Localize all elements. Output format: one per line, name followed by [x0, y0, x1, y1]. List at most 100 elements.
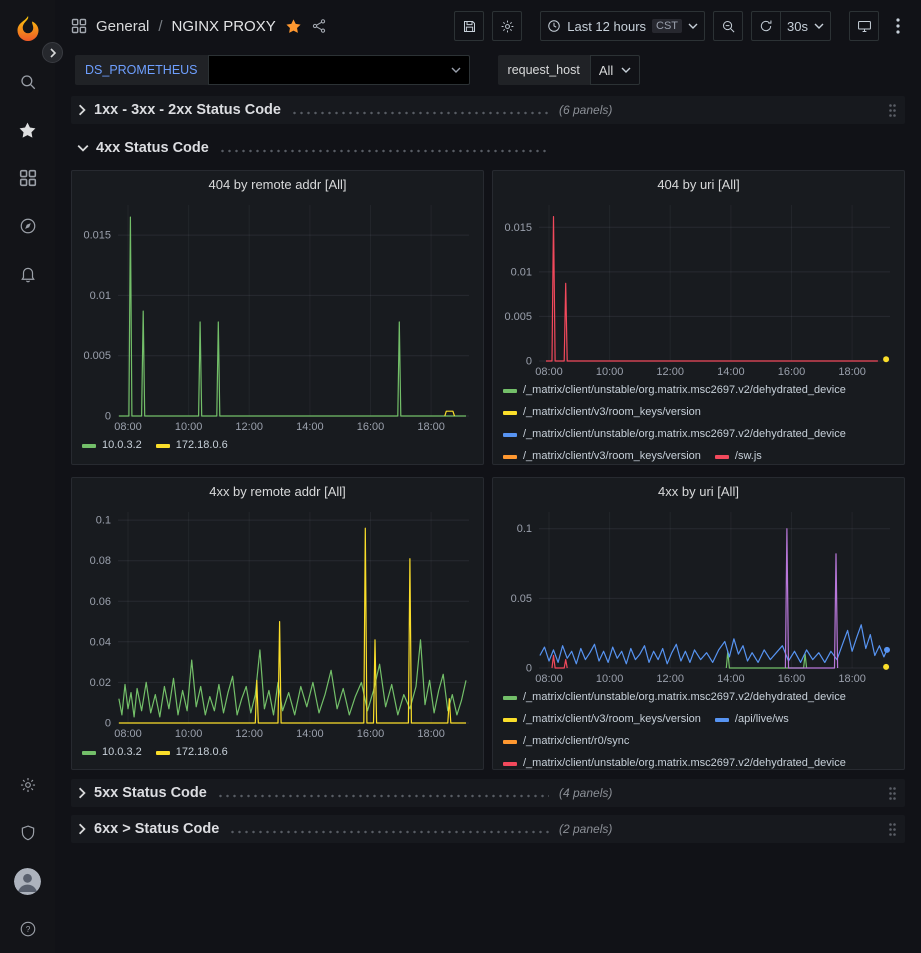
save-dashboard-button[interactable]: [454, 11, 484, 41]
datasource-select[interactable]: [208, 55, 470, 85]
legend-item[interactable]: /_matrix/client/unstable/org.matrix.msc2…: [503, 383, 846, 398]
row-4xx[interactable]: 4xx Status Code: [71, 134, 905, 162]
refresh-interval-dropdown[interactable]: 30s: [781, 11, 831, 41]
panel-title[interactable]: 404 by uri [All]: [493, 171, 904, 197]
svg-text:0.01: 0.01: [511, 266, 532, 278]
kebab-menu-icon: [896, 18, 900, 34]
gear-icon: [19, 776, 37, 794]
legend-label: 172.18.0.6: [176, 438, 228, 453]
svg-text:14:00: 14:00: [717, 366, 745, 378]
row-drag-handle[interactable]: [886, 103, 899, 118]
legend-item[interactable]: 172.18.0.6: [156, 438, 228, 453]
svg-text:16:00: 16:00: [357, 728, 385, 740]
svg-text:10:00: 10:00: [596, 673, 624, 685]
svg-text:16:00: 16:00: [357, 421, 385, 433]
legend-label: /_matrix/client/v3/room_keys/version: [523, 449, 701, 464]
legend-item[interactable]: /sw.js: [715, 449, 762, 464]
time-range-picker[interactable]: Last 12 hours CST: [540, 11, 705, 41]
row-panel-count: (6 panels): [559, 103, 612, 117]
svg-text:18:00: 18:00: [838, 673, 866, 685]
favorite-star-icon[interactable]: [285, 18, 302, 35]
dashboard-canvas: 1xx - 3xx - 2xx Status Code (6 panels) 4…: [55, 88, 921, 953]
row-drag-handle[interactable]: [886, 822, 899, 837]
panel-grid: 404 by remote addr [All] 00.0050.010.015…: [71, 170, 905, 770]
svg-text:0.06: 0.06: [90, 596, 111, 608]
monitor-icon: [857, 19, 872, 34]
legend-item[interactable]: /_matrix/client/v3/room_keys/version: [503, 449, 701, 464]
panel-title[interactable]: 4xx by uri [All]: [493, 478, 904, 504]
avatar: [14, 868, 41, 895]
row-left: 5xx Status Code: [77, 785, 559, 801]
legend-item[interactable]: 10.0.3.2: [82, 438, 142, 453]
svg-text:08:00: 08:00: [114, 728, 142, 740]
svg-text:0.04: 0.04: [90, 636, 111, 648]
timezone-badge: CST: [652, 19, 682, 33]
legend-item[interactable]: /_matrix/client/unstable/org.matrix.msc2…: [503, 756, 846, 770]
row-title: 6xx > Status Code: [94, 821, 219, 837]
legend-item[interactable]: 10.0.3.2: [82, 745, 142, 760]
row-1xx-3xx-2xx[interactable]: 1xx - 3xx - 2xx Status Code (6 panels): [71, 96, 905, 124]
panel-4xx-by-remote-addr: 4xx by remote addr [All] 00.020.040.060.…: [71, 477, 484, 770]
sidebar-item-alerting[interactable]: [0, 250, 55, 298]
svg-text:0.1: 0.1: [96, 515, 111, 527]
more-options-button[interactable]: [887, 11, 909, 41]
sidebar-item-profile[interactable]: [0, 857, 55, 905]
panel-title[interactable]: 404 by remote addr [All]: [72, 171, 483, 197]
chart-4xx-by-uri[interactable]: 00.050.108:0010:0012:0014:0016:0018:00: [493, 504, 904, 686]
row-drag-handle[interactable]: [886, 786, 899, 801]
gear-icon: [500, 19, 515, 34]
share-icon[interactable]: [311, 18, 327, 34]
sidebar-item-server-admin[interactable]: [0, 809, 55, 857]
svg-text:12:00: 12:00: [656, 366, 684, 378]
panel-404-by-uri: 404 by uri [All] 00.0050.010.01508:0010:…: [492, 170, 905, 465]
legend-label: /_matrix/client/unstable/org.matrix.msc2…: [523, 383, 846, 398]
legend-item[interactable]: /api/live/ws: [715, 712, 789, 727]
row-5xx[interactable]: 5xx Status Code (4 panels): [71, 779, 905, 807]
row-6xx[interactable]: 6xx > Status Code (2 panels): [71, 815, 905, 843]
legend-item[interactable]: /_matrix/client/unstable/org.matrix.msc2…: [503, 690, 846, 705]
legend-item[interactable]: /_matrix/client/v3/room_keys/version: [503, 712, 701, 727]
svg-text:14:00: 14:00: [296, 421, 324, 433]
sidebar-expand-button[interactable]: [42, 42, 63, 63]
breadcrumb-folder[interactable]: General: [96, 18, 149, 35]
panel-4xx-by-uri: 4xx by uri [All] 00.050.108:0010:0012:00…: [492, 477, 905, 770]
sidebar-item-configuration[interactable]: [0, 761, 55, 809]
legend-item[interactable]: /_matrix/client/unstable/org.matrix.msc2…: [503, 427, 846, 442]
chart-404-by-uri[interactable]: 00.0050.010.01508:0010:0012:0014:0016:00…: [493, 197, 904, 379]
variable-label-ds-prometheus: DS_PROMETHEUS: [75, 55, 208, 85]
zoom-out-icon: [721, 19, 736, 34]
refresh-interval-value: 30s: [787, 19, 808, 34]
legend-label: /_matrix/client/unstable/org.matrix.msc2…: [523, 427, 846, 442]
panel-legend: /_matrix/client/unstable/org.matrix.msc2…: [493, 379, 904, 465]
clock-icon: [547, 19, 561, 33]
sidebar-item-starred[interactable]: [0, 106, 55, 154]
chart-404-by-remote-addr[interactable]: 00.0050.010.01508:0010:0012:0014:0016:00…: [72, 197, 483, 434]
zoom-out-time-button[interactable]: [713, 11, 743, 41]
svg-text:10:00: 10:00: [596, 366, 624, 378]
variable-datasource: DS_PROMETHEUS: [75, 55, 470, 85]
row-title: 5xx Status Code: [94, 785, 207, 801]
refresh-button[interactable]: [751, 11, 781, 41]
svg-text:16:00: 16:00: [778, 366, 806, 378]
request-host-select[interactable]: All: [590, 55, 640, 85]
sidebar-item-explore[interactable]: [0, 202, 55, 250]
panel-title[interactable]: 4xx by remote addr [All]: [72, 478, 483, 504]
sidebar-item-help[interactable]: ?: [0, 905, 55, 953]
svg-text:?: ?: [25, 925, 30, 934]
apps-grid-icon: [71, 18, 87, 34]
svg-text:14:00: 14:00: [717, 673, 745, 685]
legend-item[interactable]: 172.18.0.6: [156, 745, 228, 760]
bell-icon: [19, 265, 37, 283]
chevron-down-icon: [451, 67, 461, 73]
sidebar-item-dashboards[interactable]: [0, 154, 55, 202]
legend-item[interactable]: /_matrix/client/v3/room_keys/version: [503, 405, 701, 420]
svg-text:10:00: 10:00: [175, 728, 203, 740]
variables-bar: DS_PROMETHEUS request_host All: [55, 52, 921, 88]
legend-item[interactable]: /_matrix/client/r0/sync: [503, 734, 629, 749]
sidebar-item-search[interactable]: [0, 58, 55, 106]
variable-label-request-host: request_host: [498, 55, 590, 85]
tv-mode-button[interactable]: [849, 11, 879, 41]
chart-4xx-by-remote-addr[interactable]: 00.020.040.060.080.108:0010:0012:0014:00…: [72, 504, 483, 741]
dashboard-title[interactable]: NGINX PROXY: [172, 18, 276, 35]
dashboard-settings-button[interactable]: [492, 11, 522, 41]
